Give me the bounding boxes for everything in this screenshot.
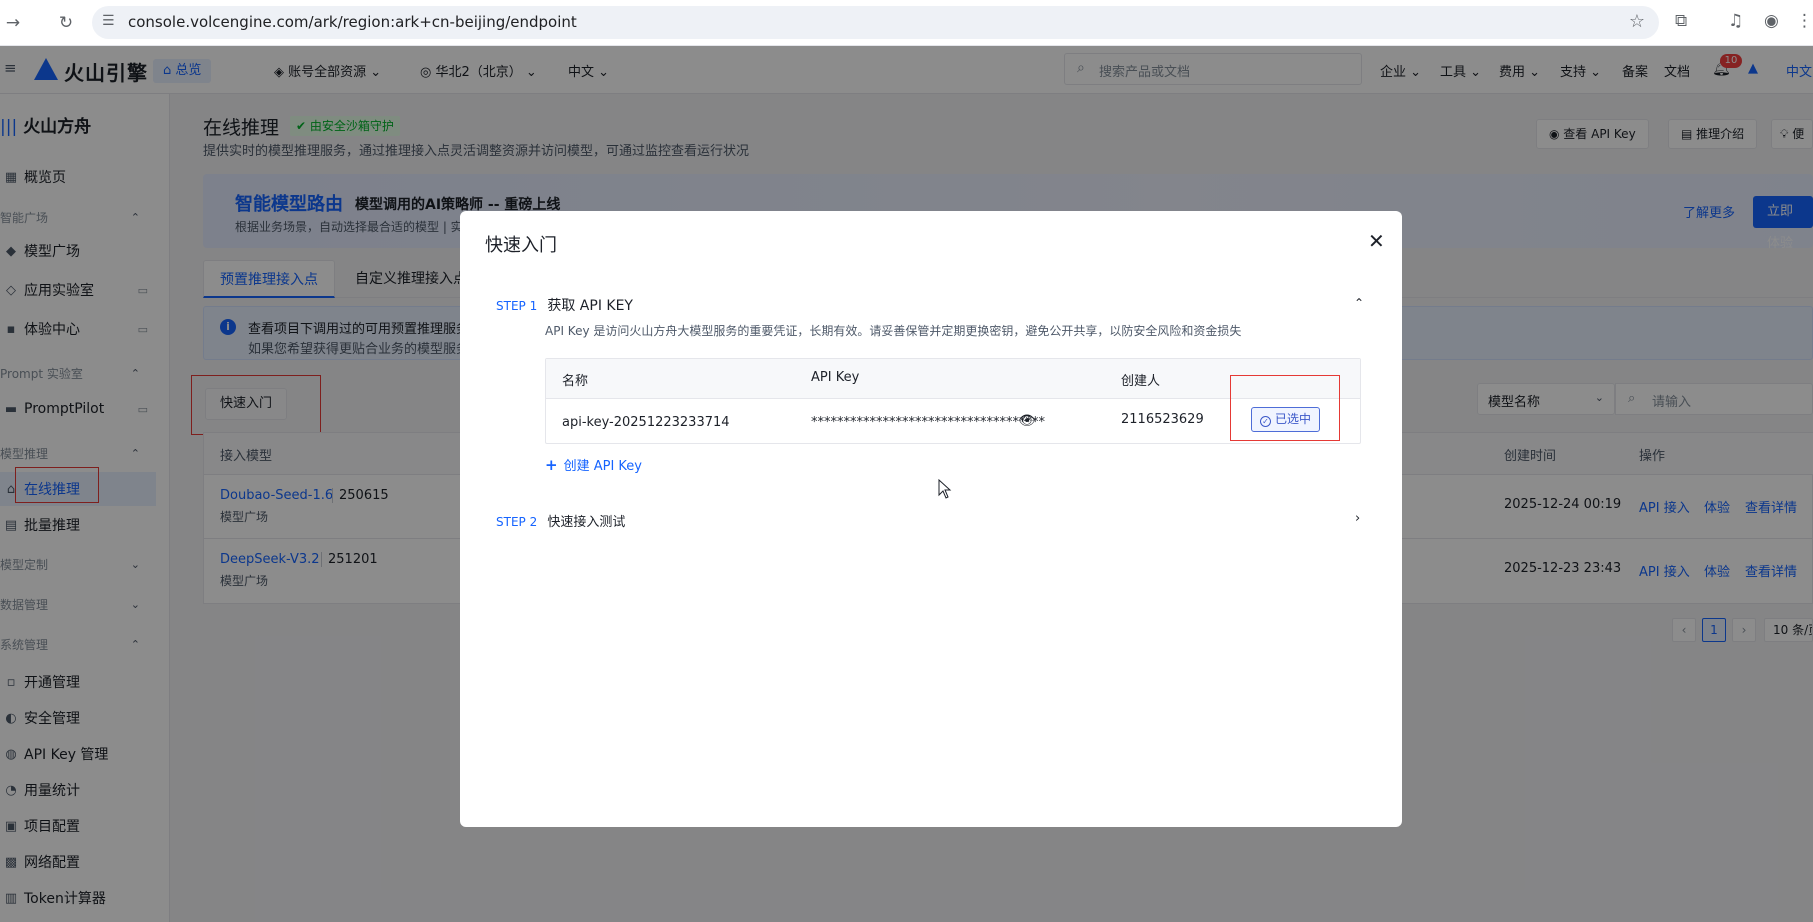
col-creator: 创建人 [1121,374,1161,389]
bookmark-star-icon[interactable]: ☆ [1629,11,1645,32]
step2-number: STEP 2 [496,515,538,529]
site-info-icon[interactable]: ☰ [102,13,115,29]
col-api-key: API Key [811,370,860,385]
key-masked-value: ************************************ [811,415,1045,430]
key-name: api-key-20251223233714 [562,415,730,430]
step2-header[interactable]: STEP 2 快速接入测试 [496,511,625,530]
close-icon[interactable]: ✕ [1368,229,1385,253]
profile-icon[interactable]: ◉ [1764,11,1779,31]
step1-header[interactable]: STEP 1 获取 API KEY [496,295,633,315]
menu-icon[interactable]: ⋮ [1796,11,1813,31]
forward-icon[interactable]: → [0,10,26,36]
extensions-icon[interactable]: ⧉ [1675,11,1687,31]
step1-name: 获取 API KEY [547,298,633,314]
reload-icon[interactable]: ↻ [44,10,88,36]
step2-name: 快速接入测试 [547,515,626,530]
col-name: 名称 [562,374,589,389]
create-api-key-link[interactable]: + 创建 API Key [545,455,642,474]
plus-icon: + [545,456,558,474]
address-bar[interactable]: ☰ console.volcengine.com/ark/region:ark+… [92,6,1659,39]
create-key-label: 创建 API Key [563,459,642,474]
key-creator: 2116523629 [1121,412,1204,427]
eye-icon[interactable]: 👁︎ [1018,413,1036,429]
media-icon[interactable]: ♫ [1728,11,1743,31]
url-text: console.volcengine.com/ark/region:ark+cn… [128,13,577,31]
step1-number: STEP 1 [496,299,538,313]
mouse-cursor-icon [938,479,952,499]
chevron-up-icon[interactable]: ⌃ [1354,296,1364,310]
quick-start-dialog: 快速入门 ✕ STEP 1 获取 API KEY ⌃ API Key 是访问火山… [460,211,1402,827]
chevron-right-icon[interactable]: › [1355,511,1360,526]
highlight-box-selected [1230,375,1340,441]
dialog-title: 快速入门 [485,235,557,256]
step1-description: API Key 是访问火山方舟大模型服务的重要凭证，长期有效。请妥善保管并定期更… [545,324,1242,338]
browser-toolbar: → ↻ ☰ console.volcengine.com/ark/region:… [0,0,1813,46]
